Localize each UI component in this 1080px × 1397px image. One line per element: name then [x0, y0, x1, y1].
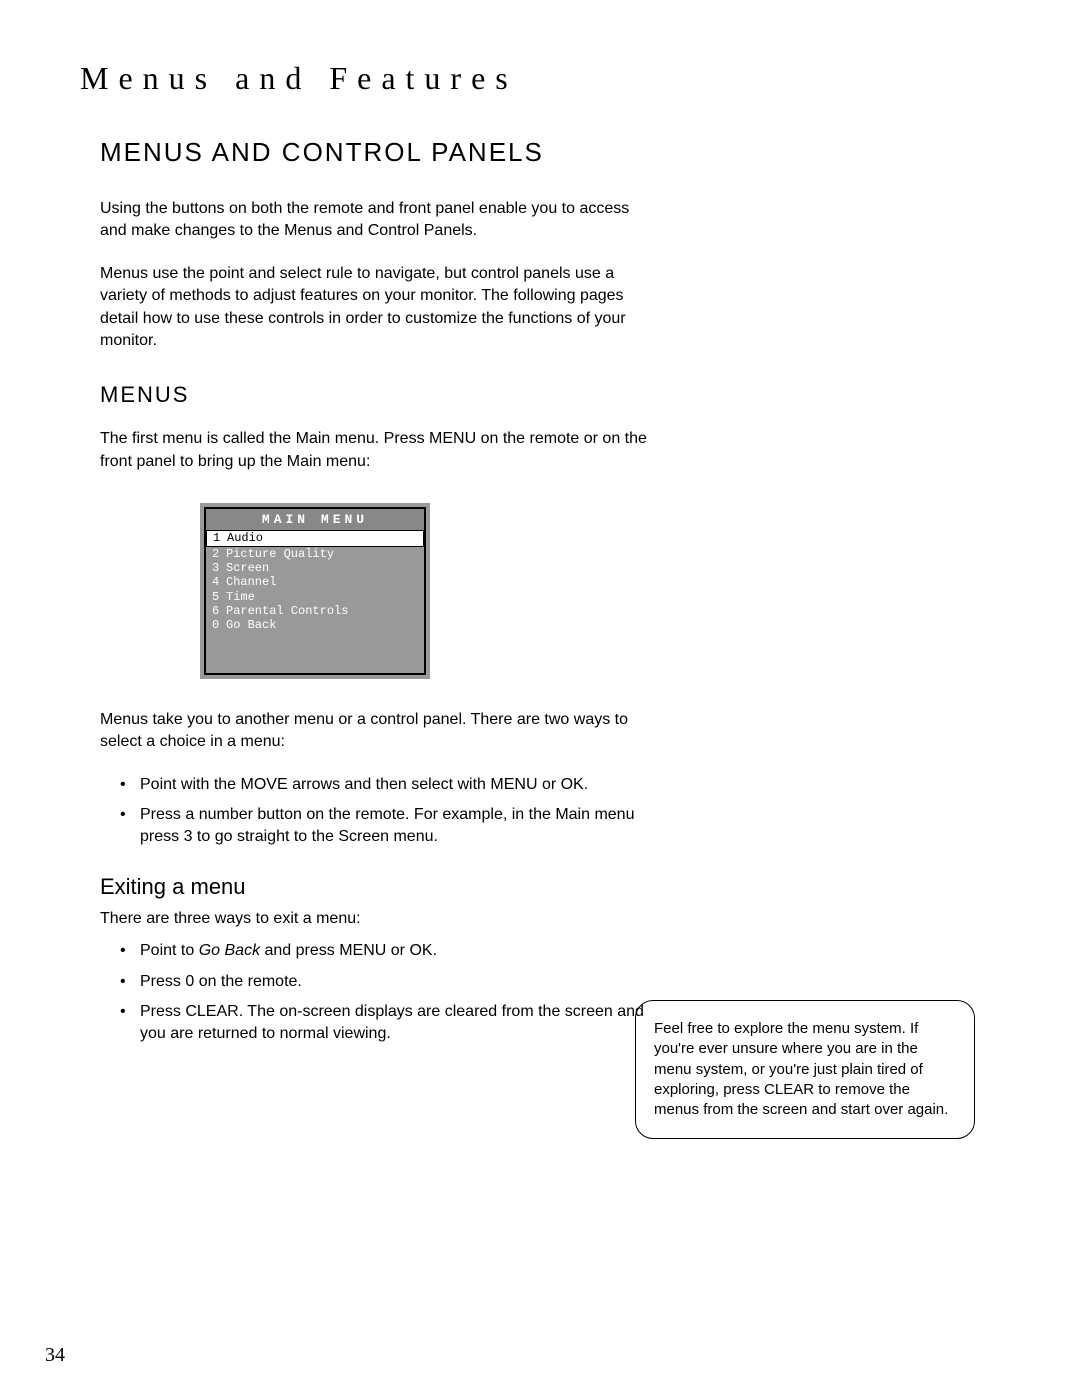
menu-item: 0Go Back — [206, 618, 424, 632]
main-menu-figure: MAIN MENU 1Audio2Picture Quality3Screen4… — [200, 503, 430, 679]
menu-item: 6Parental Controls — [206, 604, 424, 618]
intro-paragraph-1: Using the buttons on both the remote and… — [100, 198, 660, 243]
section-heading: MENUS AND CONTROL PANELS — [100, 137, 660, 168]
select-bullet-list: Point with the MOVE arrows and then sele… — [120, 774, 660, 849]
menu-item: 5Time — [206, 590, 424, 604]
menu-item: 2Picture Quality — [206, 547, 424, 561]
menu-item: 1Audio — [206, 530, 424, 546]
page-number: 34 — [45, 1344, 65, 1367]
exiting-heading: Exiting a menu — [100, 874, 660, 900]
exit-bullet-list: Point to Go Back and press MENU or OK. Pr… — [120, 940, 660, 1046]
list-item: Press CLEAR. The on-screen displays are … — [120, 1001, 660, 1046]
menus-heading: MENUS — [100, 382, 660, 408]
list-item: Point with the MOVE arrows and then sele… — [120, 774, 660, 796]
chapter-title: Menus and Features — [80, 60, 1000, 97]
list-item: Press 0 on the remote. — [120, 971, 660, 993]
main-menu-panel: MAIN MENU 1Audio2Picture Quality3Screen4… — [204, 507, 426, 675]
main-menu-items: 1Audio2Picture Quality3Screen4Channel5Ti… — [206, 530, 424, 673]
menus-paragraph-1: The first menu is called the Main menu. … — [100, 428, 660, 473]
list-item: Press a number button on the remote. For… — [120, 804, 660, 849]
content-column: MENUS AND CONTROL PANELS Using the butto… — [100, 137, 660, 1046]
exiting-paragraph: There are three ways to exit a menu: — [100, 908, 660, 930]
tip-box: Feel free to explore the menu system. If… — [635, 1000, 975, 1139]
intro-paragraph-2: Menus use the point and select rule to n… — [100, 263, 660, 353]
menus-paragraph-2: Menus take you to another menu or a cont… — [100, 709, 660, 754]
main-menu-title: MAIN MENU — [206, 509, 424, 530]
menu-item: 4Channel — [206, 575, 424, 589]
list-item: Point to Go Back and press MENU or OK. — [120, 940, 660, 962]
menu-item: 3Screen — [206, 561, 424, 575]
